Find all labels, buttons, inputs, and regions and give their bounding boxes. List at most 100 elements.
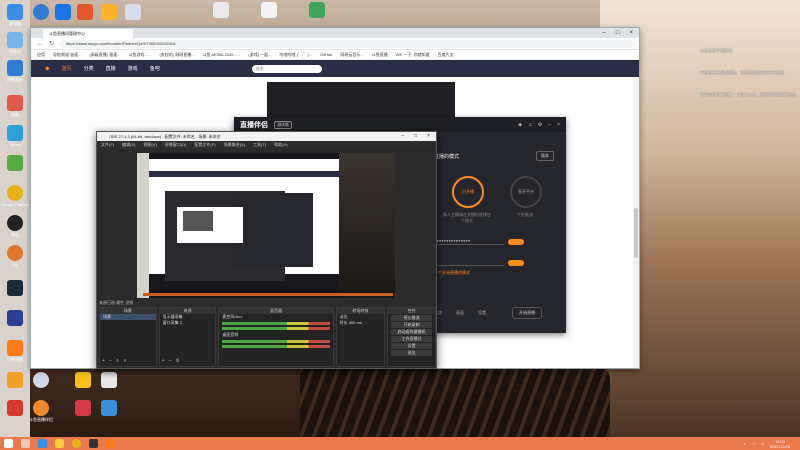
back-icon[interactable]: ← — [37, 41, 43, 47]
chevron-up-icon[interactable]: ∧ — [744, 441, 747, 446]
stop-streaming-button[interactable]: 停止推流 — [391, 315, 433, 321]
nav-item[interactable]: 分类 — [84, 65, 94, 72]
scene-item[interactable]: 场景 — [100, 314, 156, 320]
browser-tab[interactable]: 斗鱼直播间管理中心 — [43, 28, 133, 38]
volume-meter[interactable] — [222, 322, 330, 325]
desktop-icon[interactable] — [120, 4, 146, 20]
mode-a-option[interactable]: 已开播 — [452, 176, 484, 208]
gear-icon[interactable]: ⚙ — [175, 358, 179, 364]
add-icon[interactable]: + — [102, 358, 105, 364]
start-icon[interactable] — [4, 439, 13, 448]
bookmark[interactable]: 斗鱼-MOBA 2345 - ... — [203, 52, 241, 58]
minimize-icon[interactable]: – — [548, 122, 551, 128]
virtual-camera-button[interactable]: 启动虚拟摄像机 — [391, 329, 433, 335]
bookmark[interactable]: GitHub — [320, 52, 332, 57]
close-icon[interactable]: × — [427, 132, 430, 141]
refresh-icon[interactable]: ↻ — [49, 40, 54, 47]
stream-key-field[interactable]: ●●●●●●●●●●●●●●● — [434, 238, 504, 245]
desktop-icon[interactable] — [96, 372, 122, 388]
copy-button[interactable] — [508, 238, 524, 245]
desktop-icon[interactable] — [28, 372, 54, 388]
volume-icon[interactable]: ◁ — [761, 441, 764, 446]
clock[interactable]: 15:03 2021/12/28 — [770, 439, 790, 449]
menu-item[interactable]: 帮助(H) — [274, 141, 288, 149]
bookmark[interactable]: 斗鱼直播 — [372, 52, 388, 58]
bell-icon[interactable]: ♫ — [528, 122, 532, 128]
gear-icon[interactable]: ⚙ — [538, 122, 542, 128]
menu-item[interactable]: 停靠窗口(D) — [165, 141, 187, 149]
up-icon[interactable]: ∧ — [116, 358, 120, 364]
bookmark[interactable]: 百度大全 — [438, 52, 454, 58]
bookmark[interactable]: 导航频道 极速... — [53, 52, 81, 58]
explorer-icon[interactable] — [55, 439, 64, 448]
desktop-icon[interactable] — [72, 4, 98, 20]
close-icon[interactable]: × — [557, 122, 560, 128]
desktop-icon[interactable] — [70, 400, 96, 416]
server-field[interactable] — [434, 259, 504, 266]
bookmark[interactable]: (发起的) 刚刚直播... — [159, 52, 194, 58]
exit-button[interactable]: 退出 — [391, 350, 433, 356]
version-button[interactable]: 版本 — [536, 151, 554, 161]
bookmark[interactable]: 斗鱼游戏 - ... — [129, 52, 152, 58]
bookmark[interactable]: (游戏) 一起... — [248, 52, 271, 58]
chrome-icon[interactable] — [72, 439, 81, 448]
bookmark[interactable]: 网易云音乐... — [340, 52, 363, 58]
desktop-icon[interactable]: QQ — [2, 245, 28, 267]
desktop-icon[interactable]: 斗鱼直播伴侣 — [28, 400, 54, 422]
desktop-icon[interactable] — [2, 310, 28, 326]
close-icon[interactable]: × — [629, 30, 633, 36]
volume-meter[interactable] — [222, 340, 330, 343]
obs-preview[interactable] — [137, 153, 395, 298]
volume-meter[interactable] — [222, 327, 330, 330]
copy-button[interactable] — [508, 259, 524, 266]
desktop-icon[interactable] — [256, 2, 282, 18]
bookmark[interactable]: WE 一下, 你就知道 — [396, 52, 430, 58]
menu-item[interactable]: 视图(V) — [143, 141, 156, 149]
desktop-icon[interactable]: 此电脑 — [2, 4, 28, 26]
mode-b-option[interactable]: 直开平台 — [510, 176, 542, 208]
site-logo-icon[interactable]: ◆ — [45, 65, 50, 72]
desktop-icon[interactable] — [2, 155, 28, 171]
desktop-icon[interactable] — [208, 2, 234, 18]
obs-icon[interactable] — [89, 439, 98, 448]
source-item[interactable]: 窗口采集 2 — [160, 320, 216, 326]
minimize-icon[interactable]: – — [401, 132, 404, 141]
menu-item[interactable]: 配置文件(P) — [194, 141, 215, 149]
minimize-icon[interactable]: – — [603, 30, 606, 36]
bookmark[interactable]: 哔哩哔哩 (゜-゜)... — [279, 52, 311, 58]
volume-meter[interactable] — [222, 345, 330, 348]
live-app-icon[interactable] — [106, 439, 115, 448]
network-icon[interactable]: ◔ — [752, 441, 754, 446]
browser-scrollbar[interactable] — [633, 78, 639, 368]
menu-item[interactable]: 文件(F) — [101, 141, 114, 149]
menu-item[interactable]: 编辑(E) — [122, 141, 135, 149]
remove-icon[interactable]: – — [169, 358, 172, 364]
menu-item[interactable]: 工具(T) — [253, 141, 266, 149]
bookmark[interactable]: (高级直播) 极速... — [89, 52, 120, 58]
desktop-icon[interactable] — [70, 372, 96, 388]
scrollbar-thumb[interactable] — [634, 208, 638, 258]
desktop-icon[interactable]: 小鱼直播 — [2, 340, 28, 362]
edge-icon[interactable] — [38, 439, 47, 448]
desktop-icon[interactable]: 回收站 — [2, 32, 28, 54]
studio-mode-button[interactable]: 工作室模式 — [391, 336, 433, 342]
start-recording-button[interactable]: 开始录制 — [391, 322, 433, 328]
desktop-icon[interactable] — [2, 372, 28, 388]
bottom-item[interactable]: 画面 — [456, 310, 464, 316]
down-icon[interactable]: ∨ — [123, 358, 127, 364]
desktop-icon[interactable]: 控制面板 — [2, 60, 28, 82]
nav-item[interactable]: 鱼吧 — [150, 65, 160, 72]
desktop-icon[interactable] — [304, 2, 330, 18]
transition-duration[interactable]: 时长 300 ms — [337, 320, 385, 326]
settings-button[interactable]: 设置 — [391, 343, 433, 349]
maximize-icon[interactable]: □ — [414, 132, 417, 141]
nav-item[interactable]: 游戏 — [128, 65, 138, 72]
menu-item[interactable]: 场景集合(S) — [224, 141, 245, 149]
add-icon[interactable]: + — [162, 358, 165, 364]
desktop-icon[interactable]: 微信 — [2, 215, 28, 237]
bottom-item[interactable]: 设置 — [478, 310, 486, 316]
site-search-input[interactable]: 搜索 — [251, 64, 322, 73]
desktop-icon[interactable] — [2, 400, 28, 416]
search-icon[interactable] — [21, 439, 30, 448]
nav-item[interactable]: 直播 — [106, 65, 116, 72]
